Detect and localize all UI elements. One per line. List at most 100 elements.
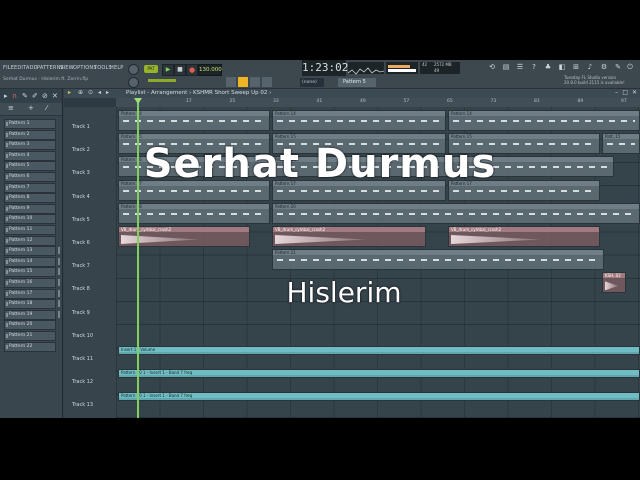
menu-edit[interactable]: EDIT (14, 65, 26, 71)
pattern-list-item[interactable]: Pattern 10 (4, 214, 56, 225)
playlist-icon[interactable]: ☰ (516, 63, 524, 72)
waveform-icon (347, 67, 385, 75)
track-label[interactable]: Track 9 (72, 310, 90, 316)
pattern-list-item[interactable]: Pattern 11 (4, 225, 56, 235)
pattern-clip[interactable]: Pattern 14 (272, 110, 446, 131)
master-volume-knob[interactable] (128, 64, 139, 75)
track-label[interactable]: Track 7 (72, 263, 90, 269)
pattern-selected-marker (58, 247, 60, 255)
master-pitch-knob[interactable] (128, 77, 139, 88)
playlist-title: Playlist - Arrangement › KSHMR Short Swe… (126, 90, 272, 96)
stop-button[interactable]: ■ (174, 64, 186, 76)
menu-add[interactable]: ADD (26, 65, 38, 71)
track-label[interactable]: Track 4 (72, 194, 90, 200)
mixer-icon[interactable]: ▤ (502, 63, 510, 72)
pattern-list-item[interactable]: Pattern 9 (4, 203, 56, 214)
track-label[interactable]: Track 6 (72, 240, 90, 246)
wrench-icon[interactable]: ✎ (614, 63, 622, 72)
track-label[interactable]: Track 12 (72, 379, 93, 385)
playlist-menu-icon[interactable]: ▸ (68, 89, 71, 96)
pattern-selector[interactable]: Pattern 5 (338, 78, 376, 87)
magnet-icon[interactable]: ∩ (12, 92, 17, 100)
picker-edit-icon[interactable]: ⁄ (46, 104, 47, 112)
song-time-display[interactable]: 1:23:02 (302, 60, 348, 76)
record-button[interactable]: ● (186, 64, 198, 76)
automation-clip[interactable]: Pattern 10 1 - Insert 1 - Band 7 freq (118, 392, 640, 402)
power-icon[interactable]: ⏻ (626, 63, 634, 72)
audio-clip[interactable]: VB_drum_cymbal_crash2 (272, 226, 426, 247)
pattern-selected-marker (58, 310, 60, 318)
automation-clip[interactable]: Pattern 10 1 - Insert 1 - Band 7 freq (118, 369, 640, 379)
play-button[interactable]: ▶ (162, 64, 174, 76)
close-icon[interactable]: ✕ (632, 89, 637, 96)
news-panel[interactable]: Tuesday FL Studio version 20.8.0 build 2… (564, 75, 625, 85)
track-label[interactable]: Track 11 (72, 356, 93, 362)
cpu-bar (388, 65, 410, 68)
delete-icon[interactable]: ⊘ (42, 92, 48, 100)
pattern-list-item[interactable]: Pattern 19 (4, 309, 56, 320)
master-volume-slider[interactable] (148, 79, 176, 82)
picker-header: ▸ ∩ ✎ ✐ ⊘ ✕ (0, 89, 62, 103)
pattern-list-item[interactable]: Pattern 21 (4, 331, 56, 341)
maximize-icon[interactable]: □ (622, 89, 628, 96)
clip-label: Pattern 14 (449, 111, 639, 116)
pattern-clip[interactable]: Pattern 18 (118, 202, 270, 224)
snap-icon[interactable] (226, 77, 236, 87)
settings-icon[interactable]: ⚙ (600, 63, 608, 72)
draw-tool-icon[interactable] (238, 77, 248, 87)
playlist-snap-icon[interactable]: ⊕ (78, 89, 83, 96)
slice-tool-icon[interactable] (262, 77, 272, 87)
channel-rack-icon[interactable]: ⊞ (572, 63, 580, 72)
ruler-bar-number: 81 (534, 99, 540, 104)
pattern-list-item[interactable]: Pattern 2 (4, 129, 56, 140)
pattern-list-item[interactable]: Pattern 13 (4, 246, 56, 257)
pattern-song-toggle[interactable]: PAT (144, 65, 158, 73)
pattern-list-item[interactable]: Pattern 20 (4, 320, 56, 331)
pattern-clip[interactable]: Pattern 14 (118, 110, 270, 131)
arrow-icon[interactable]: ▸ (4, 92, 8, 100)
brush-icon[interactable]: ✐ (32, 92, 38, 100)
pattern-list-item[interactable]: Pattern 1 (4, 119, 56, 129)
minimize-icon[interactable]: – (615, 89, 618, 96)
ruler-bar-number: 49 (360, 99, 366, 104)
menu-file[interactable]: FILE (3, 65, 14, 71)
track-label[interactable]: Track 1 (72, 124, 90, 130)
playlist-titlebar: ▸ ⊕ ⊙ ◂ ▸ Playlist - Arrangement › KSHMR… (64, 89, 640, 98)
pattern-list-item[interactable]: Pattern 12 (4, 235, 56, 246)
track-label[interactable]: Track 10 (72, 333, 93, 339)
piano-roll-icon[interactable]: ♪ (586, 63, 594, 72)
track-label[interactable]: Track 5 (72, 217, 90, 223)
pattern-list-item[interactable]: Pattern 8 (4, 193, 56, 204)
playlist-window: ▸ ⊕ ⊙ ◂ ▸ Playlist - Arrangement › KSHMR… (64, 89, 640, 418)
pencil-icon[interactable]: ✎ (22, 92, 28, 100)
record-icon: ● (188, 66, 196, 74)
picker-menu-icon[interactable]: ≡ (8, 104, 14, 112)
pattern-list-item[interactable]: Pattern 14 (4, 256, 56, 267)
help-icon[interactable]: ? (530, 63, 538, 72)
playlist-prev-icon[interactable]: ◂ (98, 89, 101, 96)
menu-view[interactable]: VIEW (60, 65, 74, 71)
automation-clip[interactable]: Insert 1 - Volume (118, 346, 640, 355)
pattern-clip[interactable]: Pattern 14 (448, 110, 640, 131)
tempo-display[interactable]: 130.000 (198, 64, 222, 76)
online-icon[interactable]: ⟲ (488, 63, 496, 72)
clip-label: Pattern 10 1 - Insert 1 - Band 7 freq (119, 370, 639, 376)
browser-icon[interactable]: ◧ (558, 63, 566, 72)
ruler-bar-number: 17 (186, 99, 192, 104)
playhead-marker-icon[interactable] (134, 98, 142, 104)
main-toolbar: FILE EDIT ADD PATTERNS VIEW OPTIONS TOOL… (0, 60, 640, 89)
playlist-next-icon[interactable]: ▸ (106, 89, 109, 96)
picker-add-icon[interactable]: + (28, 104, 34, 112)
plugin-icon[interactable]: ♣ (544, 63, 552, 72)
pattern-list-item[interactable]: Pattern 22 (4, 341, 56, 352)
mute-icon[interactable]: ✕ (52, 92, 58, 100)
paint-tool-icon[interactable] (250, 77, 260, 87)
playlist-zoom-icon[interactable]: ⊙ (88, 89, 93, 96)
audio-clip[interactable]: VB_drum_cymbal_crash2 (448, 226, 600, 247)
pattern-clip[interactable]: Pattern 21 (272, 249, 604, 271)
track-label[interactable]: Track 13 (72, 402, 93, 408)
pattern-clip[interactable]: Pattern 20 (272, 202, 640, 224)
category-selector[interactable]: (none) (300, 78, 324, 87)
menu-help[interactable]: HELP (110, 65, 124, 71)
pattern-picker: ▸ ∩ ✎ ✐ ⊘ ✕ ≡ + ⁄ Pattern 1 Pattern 2 Patt… (0, 89, 63, 418)
